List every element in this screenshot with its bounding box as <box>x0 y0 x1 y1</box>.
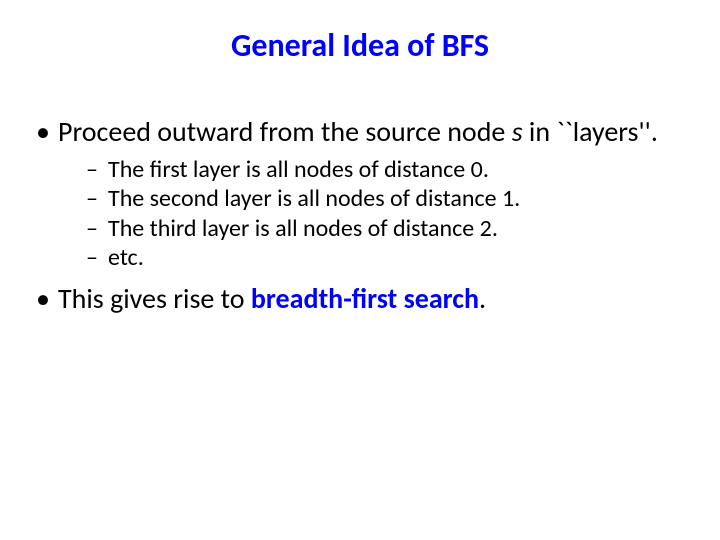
bullet-list-level2: The first layer is all nodes of distance… <box>58 155 690 272</box>
subbullet-1: The first layer is all nodes of distance… <box>86 155 690 184</box>
bullet-1-pre: Proceed outward from the source node <box>58 114 512 149</box>
bullet-1-post: in ``layers''. <box>523 114 658 149</box>
bullet-2-strong: breadth-first search <box>251 281 479 316</box>
slide-title: General Idea of BFS <box>0 0 720 85</box>
subbullet-2: The second layer is all nodes of distanc… <box>86 184 690 213</box>
bullet-list-level1: Proceed outward from the source node s i… <box>30 115 690 316</box>
subbullet-4: etc. <box>86 243 690 272</box>
bullet-1-text: Proceed outward from the source node s i… <box>58 114 658 149</box>
bullet-1-var: s <box>512 114 523 149</box>
bullet-1: Proceed outward from the source node s i… <box>30 115 690 272</box>
bullet-2-post: . <box>479 281 486 316</box>
bullet-2-pre: This gives rise to <box>58 281 251 316</box>
slide-content: Proceed outward from the source node s i… <box>0 85 720 316</box>
bullet-2: This gives rise to breadth-first search. <box>30 282 690 316</box>
subbullet-3: The third layer is all nodes of distance… <box>86 214 690 243</box>
slide: General Idea of BFS Proceed outward from… <box>0 0 720 540</box>
